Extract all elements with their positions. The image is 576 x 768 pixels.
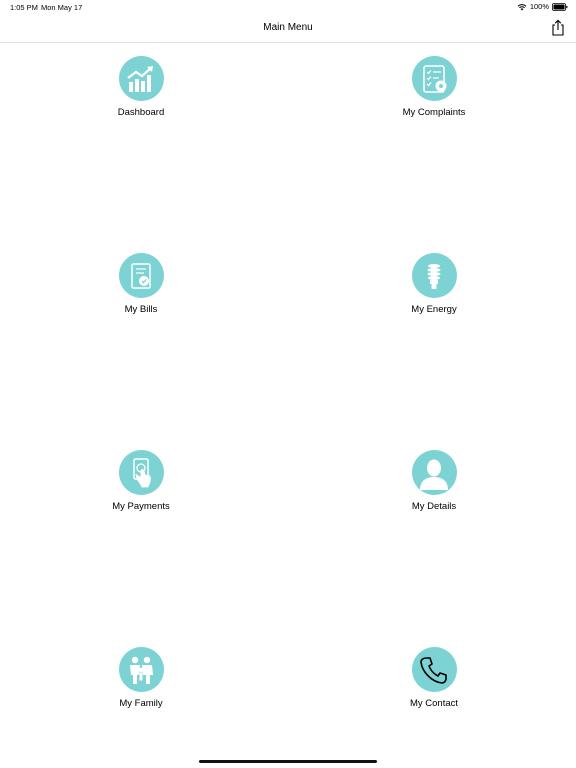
menu-label: My Family <box>119 698 163 709</box>
menu-item-my-energy[interactable]: My Energy <box>364 253 504 316</box>
phone-icon <box>420 656 447 684</box>
checklist-gear-icon <box>423 64 447 93</box>
menu-label: Dashboard <box>117 107 165 118</box>
menu-label: My Complaints <box>402 107 466 118</box>
family-icon <box>130 656 153 684</box>
payment-hand-icon <box>133 457 151 487</box>
chart-icon <box>127 65 153 92</box>
battery-icon <box>552 2 568 11</box>
status-time: 1:05 PM <box>10 3 38 12</box>
menu-icon-circle <box>118 56 164 101</box>
menu-label: My Details <box>411 501 457 512</box>
menu-icon-circle <box>411 450 457 495</box>
menu-icon-circle <box>118 253 164 298</box>
menu-label: My Bills <box>124 304 158 315</box>
menu-item-my-details[interactable]: My Details <box>364 450 504 513</box>
menu-icon-circle <box>411 647 457 692</box>
menu-item-my-contact[interactable]: My Contact <box>364 647 504 710</box>
menu-item-dashboard[interactable]: Dashboard <box>71 56 211 119</box>
navigation-bar: Main Menu <box>0 14 576 43</box>
menu-item-my-family[interactable]: My Family <box>71 647 211 710</box>
menu-icon-circle <box>118 647 164 692</box>
menu-icon-circle <box>411 56 457 101</box>
status-date: Mon May 17 <box>41 3 83 12</box>
menu-label: My Contact <box>409 698 459 709</box>
menu-item-my-complaints[interactable]: My Complaints <box>364 56 504 119</box>
screen: 1:05 PM Mon May 17 100% Main Menu Dashbo… <box>0 0 576 768</box>
bill-icon <box>131 262 151 289</box>
page-title: Main Menu <box>263 22 313 33</box>
share-icon[interactable] <box>550 19 566 37</box>
menu-label: My Payments <box>112 501 170 512</box>
wifi-icon <box>517 3 527 10</box>
menu-item-my-bills[interactable]: My Bills <box>71 253 211 316</box>
status-indicators: 100% <box>517 2 568 11</box>
menu-icon-circle <box>118 450 164 495</box>
battery-percent: 100% <box>529 2 549 11</box>
user-icon <box>420 459 448 490</box>
lightbulb-icon <box>427 263 441 289</box>
menu-icon-circle <box>411 253 457 298</box>
home-indicator[interactable] <box>199 760 377 763</box>
menu-item-my-payments[interactable]: My Payments <box>71 450 211 513</box>
menu-label: My Energy <box>411 304 457 315</box>
status-bar: 1:05 PM Mon May 17 100% <box>0 0 576 14</box>
